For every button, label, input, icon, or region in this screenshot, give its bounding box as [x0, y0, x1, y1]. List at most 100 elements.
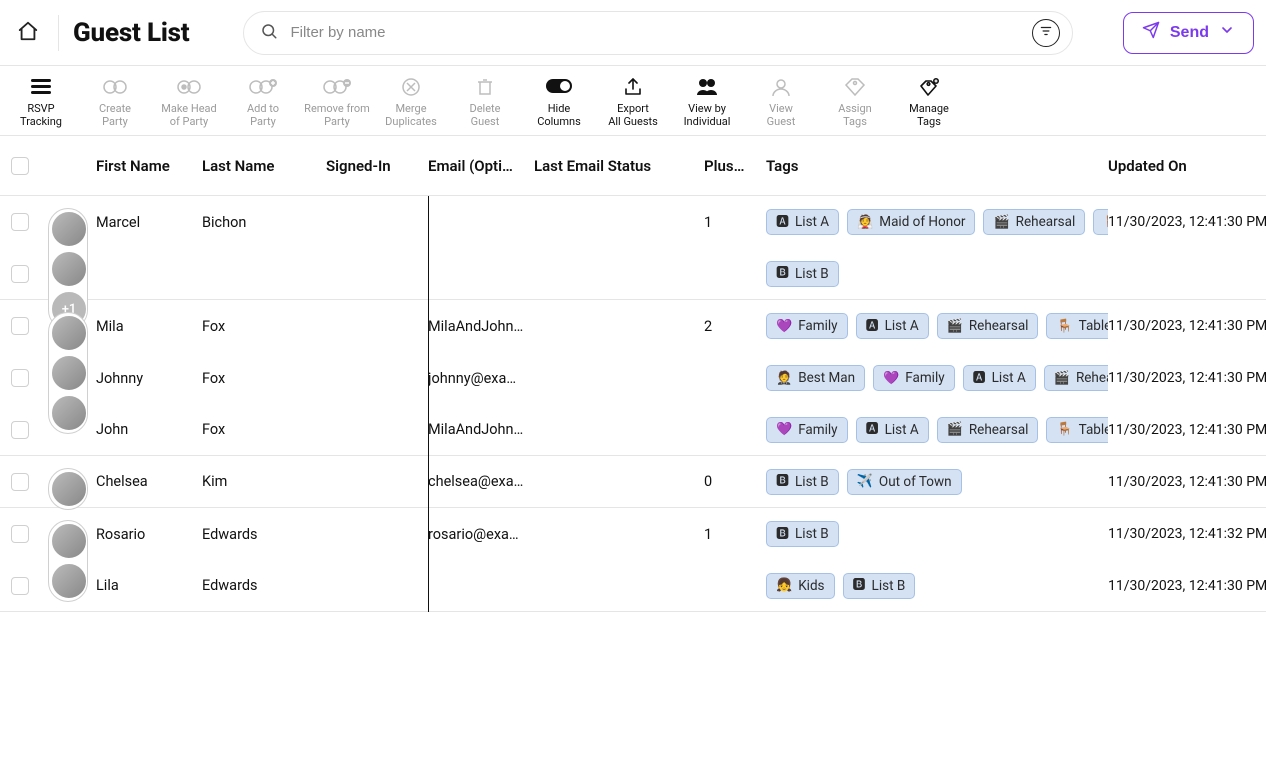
- row-checkbox[interactable]: [11, 525, 29, 543]
- tag[interactable]: 👧Kids: [766, 573, 835, 599]
- tool-addto: Add to Party: [226, 74, 300, 128]
- cell-first-name: Johnny: [96, 370, 202, 387]
- table-row[interactable]: LilaEdwards👧Kids🅱List B11/30/2023, 12:41…: [0, 560, 1266, 612]
- col-signed-in[interactable]: Signed-In: [326, 157, 428, 175]
- tag[interactable]: 💜Family: [766, 417, 848, 443]
- tag-label: List B: [872, 578, 906, 594]
- tool-manage[interactable]: Manage Tags: [892, 74, 966, 128]
- tag[interactable]: 🅰List A: [766, 209, 839, 235]
- hidecol-icon: [544, 76, 574, 98]
- table-row[interactable]: +1MarcelBichon1🅰List A👰Maid of Honor🎬Reh…: [0, 196, 1266, 248]
- tag-icon: 💜: [776, 423, 792, 436]
- tag-icon: 🅱: [776, 267, 789, 280]
- tool-label: Remove from Party: [304, 102, 370, 128]
- filter-icon: [1039, 24, 1053, 42]
- row-checkbox[interactable]: [11, 317, 29, 335]
- tool-export[interactable]: Export All Guests: [596, 74, 670, 128]
- tag[interactable]: 💜Family: [873, 365, 955, 391]
- table-row[interactable]: JohnFoxMilaAndJohn@ex💜Family🅰List A🎬Rehe…: [0, 404, 1266, 456]
- tag-icon: 🪑: [1056, 320, 1072, 333]
- filter-button[interactable]: [1032, 19, 1060, 47]
- tag-label: List B: [795, 474, 829, 490]
- tag[interactable]: 🤵Best Man: [766, 365, 865, 391]
- col-last-name[interactable]: Last Name: [202, 157, 326, 175]
- tag[interactable]: 💜Family: [766, 313, 848, 339]
- home-button[interactable]: [12, 17, 44, 49]
- tag-icon: 🤵: [776, 372, 792, 385]
- search-input[interactable]: [288, 23, 1032, 42]
- search-field[interactable]: [243, 11, 1073, 55]
- tool-create: Create Party: [78, 74, 152, 128]
- tag[interactable]: 🎬Rehearsal: [1044, 365, 1108, 391]
- row-checkbox[interactable]: [11, 473, 29, 491]
- cell-updated: 11/30/2023, 12:41:30 PM: [1108, 474, 1266, 490]
- tool-label: Export All Guests: [608, 102, 658, 128]
- avatar: [51, 211, 87, 247]
- row-checkbox[interactable]: [11, 265, 29, 283]
- tag[interactable]: 🎬Rehearsal: [937, 417, 1039, 443]
- app-header: Guest List Send: [0, 0, 1266, 66]
- col-updated[interactable]: Updated On: [1108, 157, 1266, 175]
- cell-last-name: Fox: [202, 318, 326, 335]
- col-plus[interactable]: Plus…: [704, 157, 766, 175]
- table-row[interactable]: RosarioEdwardsrosario@example.1🅱List B11…: [0, 508, 1266, 560]
- send-icon: [1142, 21, 1160, 44]
- tag[interactable]: 👰Maid of Honor: [847, 209, 975, 235]
- tool-assign: Assign Tags: [818, 74, 892, 128]
- tool-label: RSVP Tracking: [20, 102, 62, 128]
- tag[interactable]: 🅰List A: [856, 313, 929, 339]
- tool-hidecol[interactable]: Hide Columns: [522, 74, 596, 128]
- row-checkbox[interactable]: [11, 213, 29, 231]
- cell-tags: 🅱List B: [766, 521, 1108, 547]
- home-icon: [17, 20, 39, 46]
- col-first-name[interactable]: First Name: [96, 157, 202, 175]
- tag[interactable]: 🅱List B: [766, 261, 839, 287]
- row-checkbox[interactable]: [11, 369, 29, 387]
- tag[interactable]: 🅱List B: [843, 573, 916, 599]
- party-bubble[interactable]: [48, 312, 88, 434]
- cell-plus: 0: [704, 473, 766, 490]
- party-bubble[interactable]: [48, 468, 88, 510]
- header-divider: [58, 15, 59, 51]
- cell-tags: 💜Family 🅰List A 🎬Rehearsal 🪑Table 1: [766, 313, 1108, 339]
- send-button[interactable]: Send: [1123, 12, 1254, 54]
- tag[interactable]: 🎬Rehearsal: [983, 209, 1085, 235]
- tag[interactable]: 🅰List A: [856, 417, 929, 443]
- tag-label: List A: [885, 318, 919, 334]
- tool-rsvp[interactable]: RSVP Tracking: [4, 74, 78, 128]
- tag[interactable]: 🅱List B: [766, 521, 839, 547]
- tag-icon: 🎬: [993, 216, 1009, 229]
- col-last-email[interactable]: Last Email Status: [534, 157, 704, 175]
- tag[interactable]: ✈️ Out of Town: [847, 469, 962, 495]
- table-row[interactable]: JohnnyFoxjohnny@example.🤵Best Man💜Family…: [0, 352, 1266, 404]
- tool-viewby[interactable]: View by Individual: [670, 74, 744, 128]
- col-email[interactable]: Email (Opti…: [428, 157, 534, 175]
- tag-label: List B: [795, 526, 829, 542]
- tag-label: List A: [992, 370, 1026, 386]
- cell-last-name: Bichon: [202, 214, 326, 231]
- tag[interactable]: 🎬Rehearsal: [937, 313, 1039, 339]
- tool-head: Make Head of Party: [152, 74, 226, 128]
- tag-icon: ✈️: [857, 475, 873, 488]
- cell-tags: 🤵Best Man💜Family🅰List A🎬Rehearsal🪑: [766, 365, 1108, 391]
- cell-updated: 11/30/2023, 12:41:32 PM: [1108, 526, 1266, 542]
- col-tags[interactable]: Tags: [766, 157, 1108, 175]
- table-sub-row[interactable]: 🅱List B: [0, 248, 1266, 300]
- table-row[interactable]: MilaFoxMilaAndJohn@ex2💜Family🅰List A🎬Reh…: [0, 300, 1266, 352]
- party-bubble[interactable]: [48, 520, 88, 602]
- tool-remove: Remove from Party: [300, 74, 374, 128]
- column-resize-handle[interactable]: [428, 196, 429, 612]
- tool-label: Add to Party: [247, 102, 279, 128]
- row-checkbox[interactable]: [11, 577, 29, 595]
- tag[interactable]: 🪑Table 1: [1046, 417, 1108, 443]
- cell-first-name: Lila: [96, 577, 202, 594]
- row-checkbox[interactable]: [11, 421, 29, 439]
- select-all-checkbox[interactable]: [11, 157, 29, 175]
- tag-label: Out of Town: [879, 474, 952, 490]
- merge-icon: [396, 76, 426, 98]
- table-row[interactable]: ChelseaKimchelsea@example0🅱List B✈️Out o…: [0, 456, 1266, 508]
- tag[interactable]: 🅰List A: [963, 365, 1036, 391]
- tag[interactable]: 🅱List B: [766, 469, 839, 495]
- tag[interactable]: 🪑Table 1: [1046, 313, 1108, 339]
- tag[interactable]: 🪑Table 2: [1093, 209, 1108, 235]
